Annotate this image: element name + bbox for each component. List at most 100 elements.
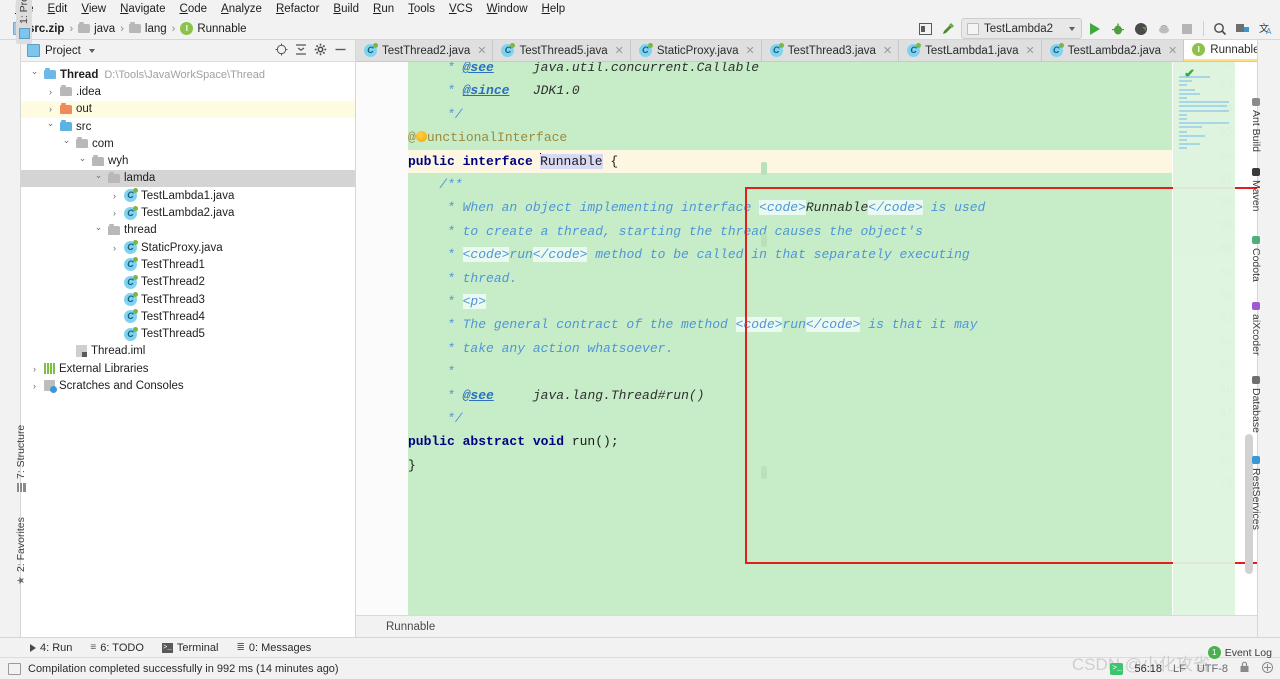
run-configuration-selector[interactable]: TestLambda2 [961,18,1082,39]
tree-item-com[interactable]: com [21,135,355,152]
tree-item-lamda[interactable]: lamda [21,169,355,188]
code-minimap[interactable]: ✔ [1173,62,1235,615]
tree-item-testthread2[interactable]: TestThread2 [21,274,355,291]
sidebar-item-maven[interactable]: Maven [1250,168,1262,212]
menu-code[interactable]: Code [173,2,215,16]
code-line[interactable]: * thread. [408,267,1172,290]
lock-icon[interactable] [1239,661,1250,676]
menu-window[interactable]: Window [480,2,535,16]
code-line[interactable]: } [408,454,1172,477]
chevron-down-icon[interactable] [77,156,88,167]
restore-layout-icon[interactable] [915,19,935,38]
tree-item-thread[interactable]: thread [21,222,355,239]
menu-tools[interactable]: Tools [401,2,442,16]
code-line[interactable]: * @see java.util.concurrent.Callable [408,62,1172,79]
sidebar-item-favorites[interactable]: ★ 2: Favorites [15,517,27,585]
code-line[interactable]: /** [408,173,1172,196]
event-log-button[interactable]: 1 Event Log [1207,646,1272,659]
editor-tab-runnable-java[interactable]: IRunnable.java✕ [1184,40,1257,61]
tree-item-testthread1[interactable]: TestThread1 [21,256,355,273]
sidebar-item-ant-build[interactable]: Ant Build [1250,98,1262,152]
caret-position[interactable]: 56:18 [1134,663,1162,675]
code-line[interactable]: * <p> [408,290,1172,313]
tree-item-external-libraries[interactable]: External Libraries [21,360,355,377]
editor-tab-testlambda1-java[interactable]: TestLambda1.java ✕ [899,40,1042,61]
code-line[interactable]: */ [408,407,1172,430]
close-icon[interactable]: ✕ [745,44,754,57]
tree-item-thread-iml[interactable]: Thread.iml [21,343,355,360]
search-everywhere-icon[interactable] [1210,19,1230,38]
chevron-down-icon[interactable] [61,138,72,149]
breadcrumb-item-java[interactable]: java [75,22,118,35]
chevron-right-icon[interactable] [109,208,120,218]
run-with-coverage-button[interactable] [1131,19,1151,38]
sidebar-item-restservices[interactable]: RestServices [1250,456,1262,530]
chevron-right-icon[interactable] [45,104,56,114]
sidebar-item-aixcoder[interactable]: aiXcoder [1250,302,1262,355]
menu-view[interactable]: View [74,2,113,16]
close-icon[interactable]: ✕ [1025,44,1034,57]
chevron-right-icon[interactable] [45,87,56,97]
menu-edit[interactable]: Edit [41,2,75,16]
chevron-right-icon[interactable] [109,191,120,201]
chevron-down-icon[interactable] [29,69,40,80]
locate-icon[interactable] [275,43,288,59]
terminal-status-icon[interactable]: >_ [1110,662,1124,675]
code-line[interactable]: * When an object implementing interface … [408,196,1172,219]
tree-item-thread[interactable]: Thread D:\Tools\JavaWorkSpace\Thread [21,66,355,83]
editor-gutter[interactable] [356,62,409,615]
tool-window-messages[interactable]: ≣ 0: Messages [236,642,311,654]
hide-icon[interactable] [334,43,347,59]
chevron-down-icon[interactable] [45,121,56,132]
chevron-right-icon[interactable] [29,364,40,374]
code-line[interactable]: @ unctionalInterface [408,126,1172,149]
menu-analyze[interactable]: Analyze [214,2,269,16]
menu-build[interactable]: Build [326,2,366,16]
tree-item-testthread4[interactable]: TestThread4 [21,308,355,325]
profiler-button[interactable] [1154,19,1174,38]
chevron-down-icon[interactable] [93,225,104,236]
tree-item-testthread3[interactable]: TestThread3 [21,291,355,308]
run-button[interactable] [1085,19,1105,38]
inspection-level-icon[interactable] [1261,661,1274,677]
tree-item-wyh[interactable]: wyh [21,152,355,169]
tool-window-terminal[interactable]: >_ Terminal [161,642,218,654]
file-encoding[interactable]: UTF-8 [1197,663,1228,675]
code-fold-marker[interactable] [761,162,767,175]
menu-refactor[interactable]: Refactor [269,2,326,16]
tree-item-src[interactable]: src [21,118,355,135]
sidebar-item-project[interactable]: 1: Project [16,0,32,44]
translate-icon[interactable]: 文A [1256,19,1276,38]
sidebar-item-codota[interactable]: Codota [1250,236,1262,282]
menu-help[interactable]: Help [535,2,573,16]
chevron-down-icon[interactable] [93,173,104,184]
tool-window-run[interactable]: 4: Run [30,642,72,654]
close-icon[interactable]: ✕ [615,44,624,57]
project-structure-icon[interactable] [1233,19,1253,38]
settings-gear-icon[interactable] [314,43,327,59]
sidebar-item-structure[interactable]: 7: Structure [15,425,27,492]
code-content[interactable]: * @see java.util.concurrent.Callable * @… [408,62,1172,615]
chevron-right-icon[interactable] [29,381,40,391]
code-line[interactable]: * to create a thread, starting the threa… [408,220,1172,243]
editor-tab-testthread5-java[interactable]: TestThread5.java ✕ [493,40,631,61]
close-icon[interactable]: ✕ [883,44,892,57]
code-line[interactable] [408,477,1172,500]
sidebar-item-database[interactable]: Database [1250,376,1262,433]
line-separator[interactable]: LF [1173,663,1186,675]
code-fold-marker[interactable] [761,466,767,479]
editor-tab-testthread3-java[interactable]: TestThread3.java ✕ [761,40,900,61]
chevron-down-icon[interactable] [88,48,95,53]
code-line[interactable]: * [408,360,1172,383]
code-line[interactable]: */ [408,103,1172,126]
tool-window-todo[interactable]: ≡ 6: TODO [90,642,143,654]
stop-button[interactable] [1177,19,1197,38]
code-editor[interactable]: 52535455565758596061626364656667686970 ↓… [356,62,1257,615]
menu-navigate[interactable]: Navigate [113,2,172,16]
tree-item-staticproxy-java[interactable]: StaticProxy.java [21,239,355,256]
tree-item-testlambda2-java[interactable]: TestLambda2.java [21,204,355,221]
code-line[interactable]: * The general contract of the method <co… [408,313,1172,336]
tree-item-out[interactable]: out [21,100,355,118]
menu-run[interactable]: Run [366,2,401,16]
tree-item-testlambda1-java[interactable]: TestLambda1.java [21,187,355,204]
